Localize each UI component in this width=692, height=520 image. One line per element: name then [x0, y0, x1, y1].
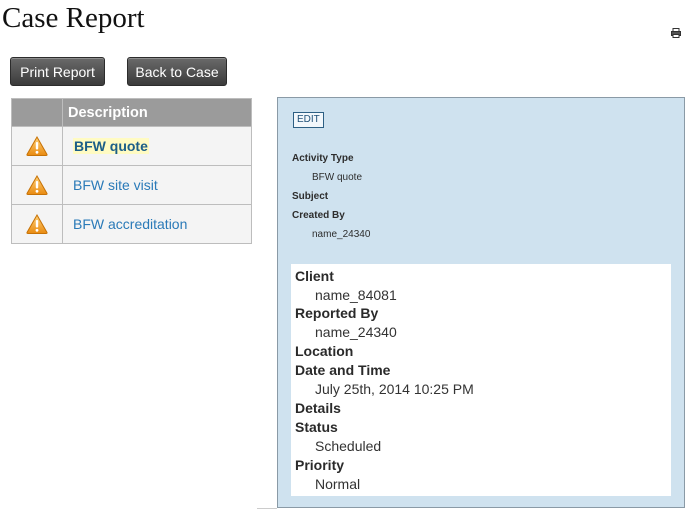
row-label-cell: BFW accreditation [62, 204, 252, 244]
activity-link-bfw-site-visit[interactable]: BFW site visit [73, 177, 158, 193]
case-info-box: Client name_84081 Reported By name_24340… [291, 264, 671, 496]
page-title: Case Report [2, 2, 145, 34]
details-label: Details [295, 400, 341, 416]
activity-detail-panel: EDIT Activity Type BFW quote Subject Cre… [277, 97, 685, 508]
table-row[interactable]: BFW site visit [11, 165, 252, 205]
date-time-label: Date and Time [295, 362, 391, 378]
priority-label: Priority [295, 457, 345, 473]
row-icon-cell [11, 204, 63, 244]
reported-by-label: Reported By [295, 305, 379, 321]
icon-column-header [11, 98, 63, 127]
created-by-value: name_24340 [312, 229, 371, 240]
activity-link-bfw-accreditation[interactable]: BFW accreditation [73, 216, 187, 232]
activity-type-value: BFW quote [312, 172, 363, 183]
row-label-cell: BFW site visit [62, 165, 252, 205]
divider [257, 508, 277, 509]
reported-by-value: name_24340 [315, 324, 397, 340]
row-label-cell: BFW quote [62, 126, 252, 166]
warning-icon [26, 136, 48, 156]
warning-icon [26, 214, 48, 234]
activities-table: Description BFW quote BFW site visit BFW… [11, 98, 252, 244]
activity-link-bfw-quote[interactable]: BFW quote [73, 138, 149, 154]
location-label: Location [295, 343, 354, 359]
back-to-case-button[interactable]: Back to Case [127, 57, 227, 86]
client-label: Client [295, 268, 334, 284]
warning-icon [26, 175, 48, 195]
row-icon-cell [11, 126, 63, 166]
priority-value: Normal [315, 476, 361, 492]
date-time-value: July 25th, 2014 10:25 PM [315, 381, 474, 397]
status-value: Scheduled [315, 438, 382, 454]
edit-button[interactable]: EDIT [293, 112, 324, 128]
print-report-button[interactable]: Print Report [10, 57, 105, 86]
activity-type-label: Activity Type [292, 153, 354, 164]
description-column-header: Description [62, 98, 252, 127]
client-value: name_84081 [315, 287, 397, 303]
created-by-label: Created By [292, 210, 345, 221]
table-row[interactable]: BFW quote [11, 126, 252, 166]
row-icon-cell [11, 165, 63, 205]
table-header-row: Description [11, 98, 252, 127]
subject-label: Subject [292, 191, 329, 202]
table-row[interactable]: BFW accreditation [11, 204, 252, 244]
status-label: Status [295, 419, 338, 435]
printer-icon[interactable] [671, 28, 681, 38]
